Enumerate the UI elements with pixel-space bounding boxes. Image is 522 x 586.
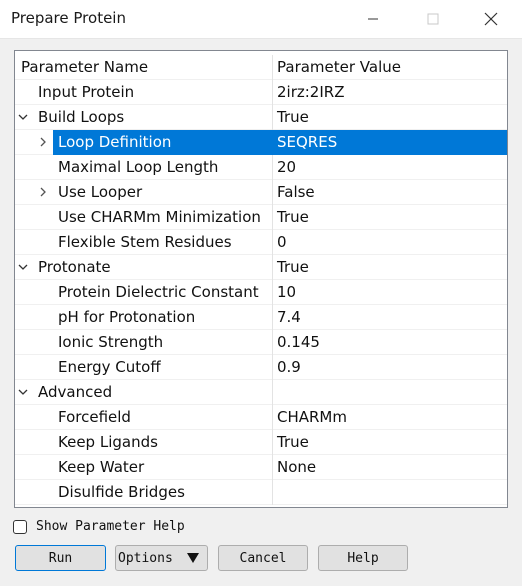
param-name: Use CHARMm Minimization	[58, 208, 261, 226]
param-name: Keep Ligands	[58, 433, 158, 451]
chevron-right-icon[interactable]	[36, 185, 50, 199]
param-value[interactable]: CHARMm	[277, 408, 347, 426]
minimize-icon	[368, 18, 378, 20]
chevron-down-icon[interactable]	[16, 260, 30, 274]
param-name: Use Looper	[58, 183, 143, 201]
param-name: Energy Cutoff	[58, 358, 161, 376]
table-row[interactable]: Input Protein 2irz:2IRZ	[15, 80, 507, 105]
table-row[interactable]: Build Loops True	[15, 105, 507, 130]
param-name: Advanced	[38, 383, 113, 401]
title-bar: Prepare Protein	[0, 0, 522, 39]
close-icon	[484, 12, 498, 26]
param-value[interactable]: 10	[277, 283, 296, 301]
table-row[interactable]: Protonate True	[15, 255, 507, 280]
table-row[interactable]: Use CHARMm Minimization True	[15, 205, 507, 230]
table-row-selected[interactable]: Loop Definition SEQRES	[15, 130, 507, 155]
param-value[interactable]: 0	[277, 233, 287, 251]
table-row[interactable]: Maximal Loop Length 20	[15, 155, 507, 180]
param-value[interactable]: 0.145	[277, 333, 320, 351]
param-name: Flexible Stem Residues	[58, 233, 232, 251]
options-button[interactable]: Options	[115, 545, 208, 571]
table-row[interactable]: Keep Water None	[15, 455, 507, 480]
maximize-button	[410, 0, 456, 38]
param-name: Build Loops	[38, 108, 125, 126]
param-value[interactable]: 2irz:2IRZ	[277, 83, 344, 101]
table-row[interactable]: pH for Protonation 7.4	[15, 305, 507, 330]
triangle-down-icon	[187, 553, 199, 563]
column-header-value: Parameter Value	[277, 58, 401, 76]
param-name: Loop Definition	[58, 133, 172, 151]
param-value[interactable]: SEQRES	[277, 133, 337, 151]
table-row[interactable]: Protein Dielectric Constant 10	[15, 280, 507, 305]
chevron-down-icon[interactable]	[16, 385, 30, 399]
param-name: Forcefield	[58, 408, 131, 426]
table-row[interactable]: Keep Ligands True	[15, 430, 507, 455]
param-name: Maximal Loop Length	[58, 158, 219, 176]
chevron-right-icon[interactable]	[36, 135, 50, 149]
help-button[interactable]: Help	[318, 545, 408, 571]
help-button-label: Help	[347, 550, 379, 566]
table-row[interactable]: Use Looper False	[15, 180, 507, 205]
minimize-button[interactable]	[350, 0, 396, 38]
param-value[interactable]: True	[277, 433, 309, 451]
window-title: Prepare Protein	[11, 9, 126, 27]
show-parameter-help-toggle[interactable]: Show Parameter Help	[13, 519, 213, 537]
param-name: Protein Dielectric Constant	[58, 283, 259, 301]
table-row[interactable]: Advanced	[15, 380, 507, 405]
table-header: Parameter Name Parameter Value	[15, 55, 507, 80]
param-value[interactable]: True	[277, 108, 309, 126]
param-value[interactable]: None	[277, 458, 316, 476]
param-name: Ionic Strength	[58, 333, 164, 351]
run-button[interactable]: Run	[15, 545, 106, 571]
table-row[interactable]: Forcefield CHARMm	[15, 405, 507, 430]
param-name: Disulfide Bridges	[58, 483, 185, 501]
param-name: Protonate	[38, 258, 111, 276]
maximize-icon	[427, 13, 439, 25]
param-name: Input Protein	[38, 83, 135, 101]
show-parameter-help-label[interactable]: Show Parameter Help	[36, 519, 185, 534]
param-value[interactable]: False	[277, 183, 315, 201]
cancel-button[interactable]: Cancel	[218, 545, 308, 571]
show-parameter-help-checkbox[interactable]	[13, 520, 27, 534]
parameter-table[interactable]: Parameter Name Parameter Value Input Pro…	[14, 50, 508, 508]
table-row[interactable]: Ionic Strength 0.145	[15, 330, 507, 355]
chevron-down-icon[interactable]	[16, 110, 30, 124]
param-value[interactable]: 7.4	[277, 308, 301, 326]
param-value[interactable]: 20	[277, 158, 296, 176]
param-name: pH for Protonation	[58, 308, 196, 326]
table-row[interactable]: Flexible Stem Residues 0	[15, 230, 507, 255]
param-name: Keep Water	[58, 458, 145, 476]
table-row[interactable]: Disulfide Bridges	[15, 480, 507, 505]
param-value[interactable]: 0.9	[277, 358, 301, 376]
param-value[interactable]: True	[277, 208, 309, 226]
options-button-label: Options	[118, 550, 173, 566]
table-row[interactable]: Energy Cutoff 0.9	[15, 355, 507, 380]
close-button[interactable]	[468, 0, 514, 38]
column-header-name: Parameter Name	[21, 58, 149, 76]
param-value[interactable]: True	[277, 258, 309, 276]
